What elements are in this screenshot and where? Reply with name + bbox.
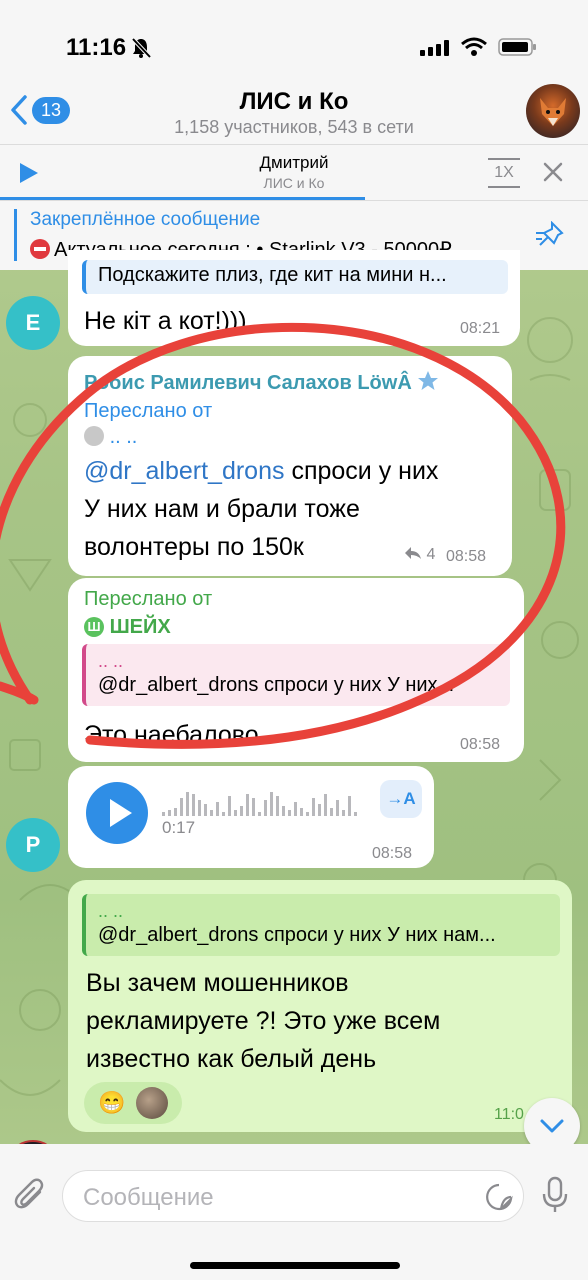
sender-name-text: Робис Рамилевич Салахов LöwÂ <box>84 372 412 394</box>
message-bubble[interactable]: Переслано от Ш ШЕЙХ .. .. @dr_albert_dro… <box>68 578 524 762</box>
cellular-signal-icon <box>420 40 449 56</box>
voice-waveform[interactable] <box>162 788 366 818</box>
sender-name[interactable]: Робис Рамилевич Салахов LöwÂ <box>84 370 439 395</box>
message-input-placeholder: Сообщение <box>83 1184 214 1211</box>
forwarded-from[interactable]: Ш ШЕЙХ <box>84 616 171 639</box>
star-icon <box>418 371 439 390</box>
message-text: Не кіт а кот!))) <box>84 307 247 335</box>
reply-text: @dr_albert_drons спроси у них У них... <box>98 674 455 696</box>
message-time: 08:58 <box>446 548 487 565</box>
message-bubble[interactable]: Робис Рамилевич Салахов LöwÂ Переслано о… <box>68 356 512 576</box>
chat-title[interactable]: ЛИС и Ко <box>0 88 588 116</box>
mute-bell-icon <box>131 37 152 59</box>
sticker-icon[interactable] <box>485 1183 513 1211</box>
message-bubble[interactable]: Подскажите плиз, где кит на мини н... Не… <box>68 250 520 346</box>
outgoing-message-bubble[interactable]: .. .. @dr_albert_drons спроси у них У ни… <box>68 880 572 1132</box>
message-text: @dr_albert_drons спроси у них У них нам … <box>84 452 504 566</box>
message-time: 08:58 <box>372 845 413 862</box>
message-time: 08:21 <box>460 320 501 337</box>
reply-preview[interactable]: .. .. @dr_albert_drons спроси у них У ни… <box>82 644 510 706</box>
chat-header: 13 ЛИС и Ко 1,158 участников, 543 в сети <box>0 80 588 144</box>
play-icon <box>110 799 132 827</box>
message-input[interactable]: Сообщение <box>62 1170 524 1222</box>
transcribe-button[interactable]: →A <box>380 780 422 818</box>
replies-count: 4 <box>426 546 436 563</box>
user-avatar[interactable]: P <box>6 818 60 872</box>
message-text-line: Вы зачем мошенников <box>86 969 349 997</box>
message-text: Это наебалово <box>84 721 259 749</box>
voice-play-button[interactable] <box>86 782 148 844</box>
message-text-line: рекламируете ?! Это уже всем <box>86 1007 441 1035</box>
message-text-line: У них нам и брали тоже <box>84 495 360 523</box>
stop-sign-icon <box>30 239 50 259</box>
reactor-avatar <box>136 1087 168 1119</box>
microphone-icon[interactable] <box>542 1176 568 1214</box>
reply-text: Подскажите плиз, где кит на мини н... <box>98 264 447 286</box>
message-composer: Сообщение <box>0 1144 588 1280</box>
reply-author: .. .. <box>98 651 124 671</box>
playback-speed-button[interactable]: 1X <box>488 158 520 188</box>
message-time: 08:58 <box>460 736 501 753</box>
battery-icon <box>498 38 536 56</box>
wifi-icon <box>461 37 487 56</box>
mention-link[interactable]: @dr_albert_drons <box>84 457 285 485</box>
forwarded-label: Переслано от <box>84 400 213 422</box>
forwarded-label: Переслано от <box>84 588 213 610</box>
audio-player-bar[interactable]: Дмитрий ЛИС и Ко 1X <box>0 144 588 200</box>
user-avatar[interactable]: E <box>6 296 60 350</box>
reply-preview[interactable]: Подскажите плиз, где кит на мини н... <box>82 260 508 294</box>
pinned-title: Закреплённое сообщение <box>30 209 261 230</box>
status-time: 11:16 <box>66 34 127 61</box>
replies-counter[interactable]: 4 <box>404 546 435 564</box>
reaction-emoji: 😁 <box>98 1090 126 1115</box>
forward-source-name: .. .. <box>109 426 138 448</box>
reply-text: @dr_albert_drons спроси у них У них нам.… <box>98 924 496 946</box>
home-indicator <box>190 1262 400 1269</box>
pinned-indicator <box>14 209 17 261</box>
group-avatar[interactable] <box>526 84 580 138</box>
pinned-list-icon[interactable] <box>534 221 568 249</box>
reaction-pill[interactable]: 😁 <box>84 1082 182 1124</box>
close-icon[interactable] <box>540 159 566 185</box>
message-time: 11:0 <box>494 1106 524 1123</box>
message-text-line: волонтеры по 150к <box>84 533 304 561</box>
status-bar: 11:16 <box>0 0 588 86</box>
forward-source-avatar <box>84 426 104 446</box>
reply-arrow-icon <box>405 547 421 559</box>
paperclip-icon[interactable] <box>14 1178 48 1214</box>
message-text: Вы зачем мошенников рекламируете ?! Это … <box>86 964 440 1078</box>
message-text-first-line: спроси у них <box>284 457 439 485</box>
reply-preview[interactable]: .. .. @dr_albert_drons спроси у них У ни… <box>82 894 560 956</box>
reply-author: .. .. <box>98 901 124 921</box>
voice-duration: 0:17 <box>162 818 196 837</box>
forward-source-name: ШЕЙХ <box>109 616 171 638</box>
fox-avatar-icon <box>540 98 566 126</box>
chat-subtitle: 1,158 участников, 543 в сети <box>174 117 414 137</box>
message-text-line: известно как белый день <box>86 1045 377 1073</box>
forwarded-from[interactable]: .. .. <box>84 426 137 449</box>
forward-source-avatar: Ш <box>84 617 104 637</box>
